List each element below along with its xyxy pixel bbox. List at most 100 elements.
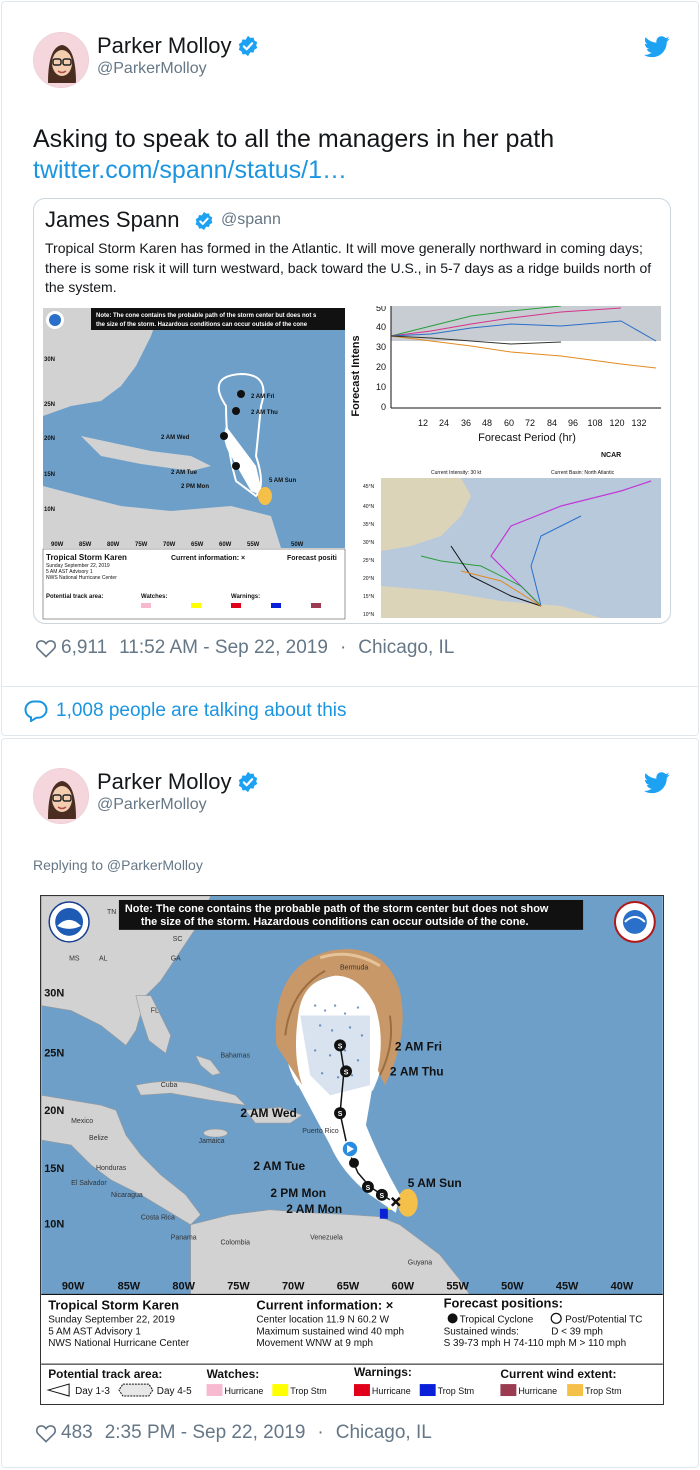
avatar[interactable] [33,768,89,824]
heart-icon[interactable] [35,1423,57,1443]
svg-text:Current Basin: North Atlantic: Current Basin: North Atlantic [551,470,615,476]
svg-text:40°N: 40°N [363,504,375,510]
svg-text:Tropical Storm Karen: Tropical Storm Karen [48,1297,179,1312]
svg-text:Hurricane: Hurricane [518,1386,557,1396]
tweet-text: Asking to speak to all the managers in h… [33,125,555,153]
svg-text:Forecast positions:: Forecast positions: [444,1295,563,1310]
heart-icon[interactable] [35,638,57,658]
hurricane-watch-swatch [206,1384,223,1397]
label-5am-sun: 5 AM Sun [408,1176,462,1190]
like-count[interactable]: 483 [61,1422,93,1444]
svg-text:TN: TN [107,909,116,916]
svg-text:120: 120 [609,418,624,428]
conversation-text[interactable]: 1,008 people are talking about this [56,700,347,722]
replying-to[interactable]: Replying to @ParkerMolloy [33,857,203,873]
svg-text:Colombia: Colombia [221,1240,251,1247]
location[interactable]: Chicago, IL [358,637,454,659]
conversation-link[interactable]: 1,008 people are talking about this [24,700,347,722]
tweet-card-2: Parker Molloy @ParkerMolloy Replying to … [1,738,699,1468]
svg-text:Costa Rica: Costa Rica [141,1215,175,1222]
svg-text:Trop Stm: Trop Stm [585,1386,621,1396]
svg-text:Tropical Cyclone: Tropical Cyclone [460,1314,534,1325]
svg-text:5 AM Sun: 5 AM Sun [269,478,296,484]
svg-text:30: 30 [376,342,386,352]
svg-text:50W: 50W [291,542,304,548]
verified-badge-icon [239,35,258,57]
svg-text:30°N: 30°N [363,540,375,546]
svg-text:2 AM Thu: 2 AM Thu [251,410,278,416]
svg-text:90W: 90W [62,1280,85,1292]
quoted-tweet[interactable]: James Spann @spann Tropical Storm Karen … [33,198,671,624]
svg-text:10N: 10N [44,507,55,513]
svg-text:Forecast Period (hr): Forecast Period (hr) [478,432,576,444]
intensity-plot-thumbnail: Forecast Intens 50 40 30 20 10 0 12 24 36 48 60 72… [350,306,665,461]
twitter-bird-icon[interactable] [644,36,670,58]
svg-text:70W: 70W [282,1280,305,1292]
trop-watch-swatch [272,1384,289,1397]
svg-text:S 39-73 mph H 74-110 mph M >: S 39-73 mph H 74-110 mph M > 110 mph [444,1338,626,1349]
speech-bubble-icon [24,700,48,722]
svg-text:S: S [344,1069,349,1076]
svg-text:Potential track area:: Potential track area: [46,594,103,600]
ensemble-map-thumbnail: Current Intensity: 30 kt Current Basin: … [351,466,665,621]
svg-text:20N: 20N [44,436,55,442]
location[interactable]: Chicago, IL [336,1422,432,1444]
tweet-meta: 6,911 11:52 AM - Sep 22, 2019 · Chicago,… [35,637,454,659]
author-name[interactable]: Parker Molloy [97,769,231,795]
svg-text:132: 132 [631,418,646,428]
svg-text:12: 12 [418,418,428,428]
svg-text:24: 24 [439,418,449,428]
svg-text:Current information: ×: Current information: × [171,555,245,562]
svg-text:70W: 70W [163,542,176,548]
svg-text:Day 4-5: Day 4-5 [157,1386,192,1397]
tweet-card-1: Parker Molloy @ParkerMolloy Asking to sp… [1,1,699,736]
svg-text:Trop Stm: Trop Stm [290,1386,326,1396]
svg-text:D < 39 mph: D < 39 mph [551,1326,603,1337]
trop-wind-swatch [567,1384,584,1397]
svg-text:Sustained winds:: Sustained winds: [444,1326,519,1337]
author-handle[interactable]: @ParkerMolloy [97,796,207,814]
svg-text:S: S [380,1193,385,1200]
svg-text:45W: 45W [556,1280,579,1292]
svg-text:75W: 75W [227,1280,250,1292]
svg-text:Hurricane: Hurricane [225,1386,264,1396]
svg-text:Nicaragua: Nicaragua [111,1192,143,1199]
svg-text:55W: 55W [247,542,260,548]
svg-text:Belize: Belize [89,1135,108,1142]
svg-text:36: 36 [461,418,471,428]
label-am-thu: 2 AM Thu [390,1064,444,1078]
separator-dot: · [317,1422,324,1443]
svg-text:15N: 15N [44,472,55,478]
svg-text:65W: 65W [337,1280,360,1292]
svg-text:75W: 75W [135,542,148,548]
like-count[interactable]: 6,911 [61,637,107,659]
svg-text:Forecast positi: Forecast positi [287,555,337,562]
hurricane-cone-map[interactable]: Note: The cone contains the probable pat… [40,895,664,1405]
author-name[interactable]: Parker Molloy [97,33,231,59]
svg-text:40W: 40W [611,1280,634,1292]
timestamp[interactable]: 2:35 PM - Sep 22, 2019 [105,1422,306,1444]
svg-text:the size of the storm. Hazardo: the size of the storm. Hazardous conditi… [141,916,529,928]
svg-text:80W: 80W [107,542,120,548]
author-handle[interactable]: @ParkerMolloy [97,60,207,78]
svg-text:Potential track area:: Potential track area: [48,1367,162,1381]
twitter-bird-icon[interactable] [644,772,670,794]
svg-text:72: 72 [525,418,535,428]
svg-text:Movement WNW at 9 mph: Movement WNW at 9 mph [256,1338,373,1349]
quoted-author-handle[interactable]: @spann [221,211,281,229]
svg-text:Warnings:: Warnings: [354,1365,412,1379]
quoted-tweet-media[interactable]: Note: The cone contains the probable pat… [41,306,665,621]
svg-text:50W: 50W [501,1280,524,1292]
avatar[interactable] [33,32,89,88]
verified-badge-icon [239,771,258,793]
svg-text:20N: 20N [44,1105,64,1117]
timestamp[interactable]: 11:52 AM - Sep 22, 2019 [119,637,328,659]
quoted-author-name[interactable]: James Spann [45,207,180,233]
svg-text:15°N: 15°N [363,594,375,600]
svg-text:25N: 25N [44,402,55,408]
svg-text:2 AM Tue: 2 AM Tue [171,470,198,476]
svg-text:Bermuda: Bermuda [340,965,368,972]
svg-text:48: 48 [482,418,492,428]
svg-text:Forecast Intens: Forecast Intens [350,335,362,416]
quoted-tweet-link[interactable]: twitter.com/spann/status/1… [33,156,347,185]
